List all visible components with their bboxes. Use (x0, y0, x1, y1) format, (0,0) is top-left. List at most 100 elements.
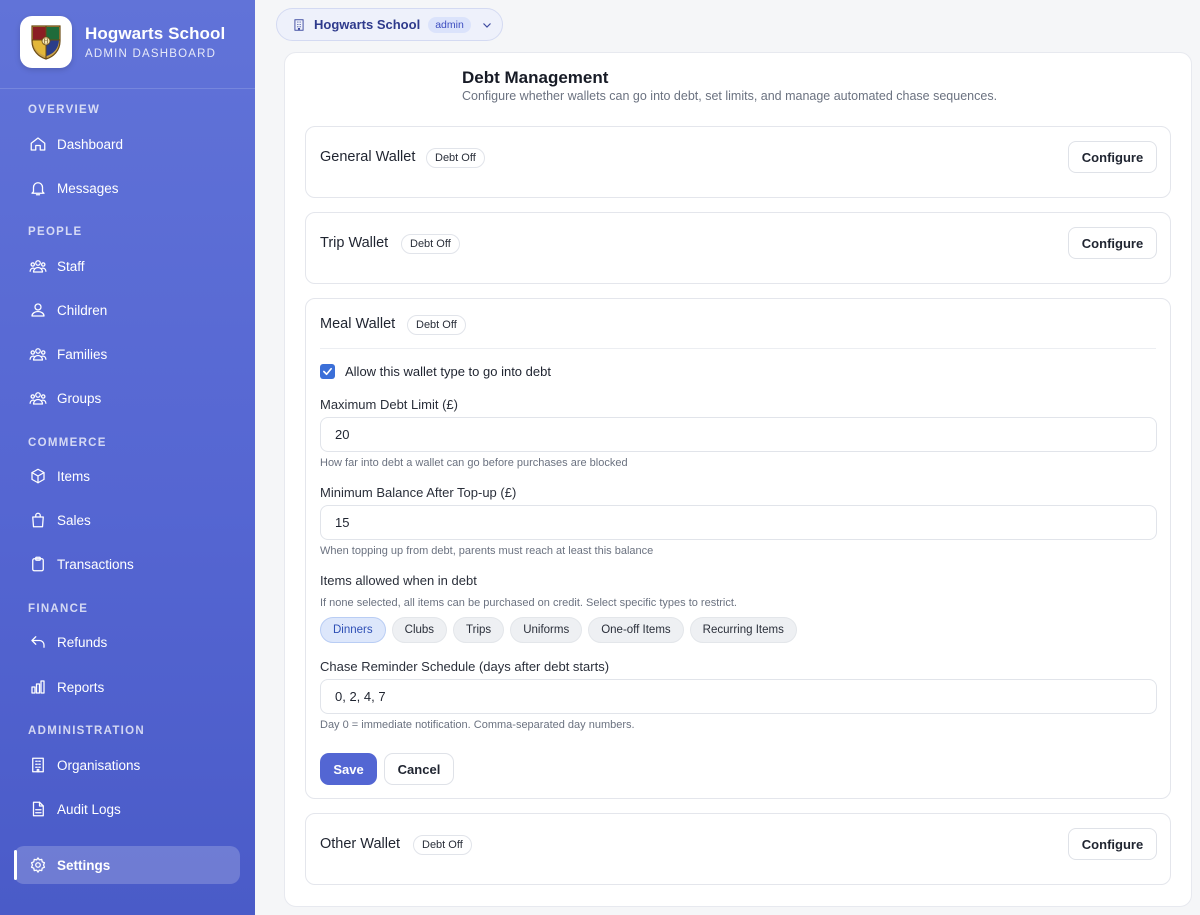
wallet-card-general: General Wallet Debt Off Configure (305, 126, 1171, 198)
sidebar-item-reports[interactable]: Reports (14, 668, 240, 706)
wallet-card-trip: Trip Wallet Debt Off Configure (305, 212, 1171, 284)
chevron-down-icon (482, 22, 491, 28)
page-subtitle: Configure whether wallets can go into de… (462, 89, 998, 103)
sidebar-item-label: Dashboard (57, 136, 124, 152)
user-icon (29, 301, 47, 319)
wallet-name: Trip Wallet (320, 235, 389, 251)
sidebar-item-organisations[interactable]: Organisations (14, 746, 240, 784)
sidebar-item-label: Staff (57, 258, 85, 274)
chip-recurring-items[interactable]: Recurring Items (689, 617, 797, 643)
sidebar-item-label: Items (57, 468, 91, 484)
page-title: Debt Management (462, 68, 609, 87)
allow-debt-checkbox[interactable] (320, 364, 335, 379)
sidebar-item-sales[interactable]: Sales (14, 501, 240, 539)
building-icon (294, 18, 304, 31)
max-debt-input[interactable]: 20 (320, 417, 1157, 452)
allow-debt-label: Allow this wallet type to go into debt (345, 364, 551, 379)
sidebar: H Hogwarts School ADMIN DASHBOARD OVERVI… (0, 0, 255, 915)
min-balance-label: Minimum Balance After Top-up (£) (320, 485, 517, 500)
wallet-name: General Wallet (320, 149, 416, 165)
min-balance-hint: When topping up from debt, parents must … (320, 545, 654, 557)
sidebar-item-label: Sales (57, 512, 91, 528)
home-icon (29, 135, 47, 153)
sidebar-item-groups[interactable]: Groups (14, 379, 240, 417)
chip-clubs[interactable]: Clubs (391, 617, 448, 643)
section-overview: OVERVIEW (28, 104, 101, 116)
sidebar-item-label: Messages (57, 180, 119, 196)
configure-button[interactable]: Configure (1068, 141, 1157, 173)
school-name: Hogwarts School (314, 17, 421, 32)
section-finance: FINANCE (28, 603, 89, 615)
status-badge: Debt Off (426, 148, 485, 168)
users-icon (29, 345, 47, 363)
sidebar-item-label: Organisations (57, 757, 141, 773)
shopping-bag-icon (29, 511, 47, 529)
chip-trips[interactable]: Trips (453, 617, 505, 643)
bell-icon (29, 179, 47, 197)
status-badge: Debt Off (407, 315, 466, 335)
check-icon (323, 367, 332, 376)
gear-icon (29, 856, 47, 874)
school-logo: H (20, 16, 72, 68)
sidebar-item-label: Families (57, 346, 108, 362)
sidebar-item-items[interactable]: Items (14, 457, 240, 495)
status-badge: Debt Off (401, 234, 460, 254)
sidebar-item-families[interactable]: Families (14, 335, 240, 373)
sidebar-item-messages[interactable]: Messages (14, 169, 240, 207)
brand-divider (0, 88, 255, 89)
sidebar-item-refunds[interactable]: Refunds (14, 623, 240, 661)
hogwarts-crest-icon: H (31, 25, 61, 60)
bar-chart-icon (29, 678, 47, 696)
section-administration: ADMINISTRATION (28, 725, 146, 737)
configure-button[interactable]: Configure (1068, 227, 1157, 259)
file-icon (29, 800, 47, 818)
configure-button[interactable]: Configure (1068, 828, 1157, 860)
building-icon (29, 756, 47, 774)
sidebar-item-transactions[interactable]: Transactions (14, 545, 240, 583)
save-button[interactable]: Save (320, 753, 377, 785)
chase-schedule-input[interactable]: 0, 2, 4, 7 (320, 679, 1157, 714)
sidebar-item-settings[interactable]: Settings (14, 846, 240, 884)
svg-text:H: H (43, 39, 48, 46)
items-allowed-hint: If none selected, all items can be purch… (320, 597, 737, 609)
sidebar-item-dashboard[interactable]: Dashboard (14, 125, 240, 163)
wallet-card-meal: Meal Wallet Debt Off Allow this wallet t… (305, 298, 1171, 799)
sidebar-item-label: Transactions (57, 556, 134, 572)
section-people: PEOPLE (28, 226, 83, 238)
chase-schedule-label: Chase Reminder Schedule (days after debt… (320, 659, 610, 674)
wallet-card-other: Other Wallet Debt Off Configure (305, 813, 1171, 885)
chip-one-off-items[interactable]: One-off Items (588, 617, 684, 643)
users-icon (29, 389, 47, 407)
sidebar-item-label: Reports (57, 679, 105, 695)
chip-dinners[interactable]: Dinners (320, 617, 386, 643)
sidebar-item-audit-logs[interactable]: Audit Logs (14, 790, 240, 828)
wallet-name: Meal Wallet (320, 316, 396, 332)
clipboard-icon (29, 555, 47, 573)
sidebar-item-label: Audit Logs (57, 801, 121, 817)
undo-icon (29, 633, 47, 651)
items-allowed-label: Items allowed when in debt (320, 573, 477, 588)
school-switcher[interactable]: Hogwarts School admin (276, 8, 503, 41)
role-badge: admin (428, 16, 471, 33)
sidebar-item-children[interactable]: Children (14, 291, 240, 329)
chip-uniforms[interactable]: Uniforms (510, 617, 583, 643)
brand-subtitle: ADMIN DASHBOARD (85, 48, 217, 60)
section-commerce: COMMERCE (28, 437, 107, 449)
users-icon (29, 257, 47, 275)
box-icon (29, 467, 47, 485)
sidebar-item-staff[interactable]: Staff (14, 247, 240, 285)
sidebar-item-label: Refunds (57, 634, 108, 650)
item-type-chips: Dinners Clubs Trips Uniforms One-off Ite… (320, 617, 803, 643)
brand: H Hogwarts School ADMIN DASHBOARD (20, 16, 225, 68)
min-balance-input[interactable]: 15 (320, 505, 1157, 540)
wallet-name: Other Wallet (320, 836, 401, 852)
sidebar-item-label: Settings (57, 857, 111, 873)
sidebar-item-label: Children (57, 302, 108, 318)
max-debt-label: Maximum Debt Limit (£) (320, 397, 458, 412)
status-badge: Debt Off (413, 835, 472, 855)
sidebar-item-label: Groups (57, 390, 102, 406)
divider (320, 348, 1156, 349)
cancel-button[interactable]: Cancel (384, 753, 454, 785)
chase-schedule-hint: Day 0 = immediate notification. Comma-se… (320, 719, 635, 731)
max-debt-hint: How far into debt a wallet can go before… (320, 457, 628, 469)
